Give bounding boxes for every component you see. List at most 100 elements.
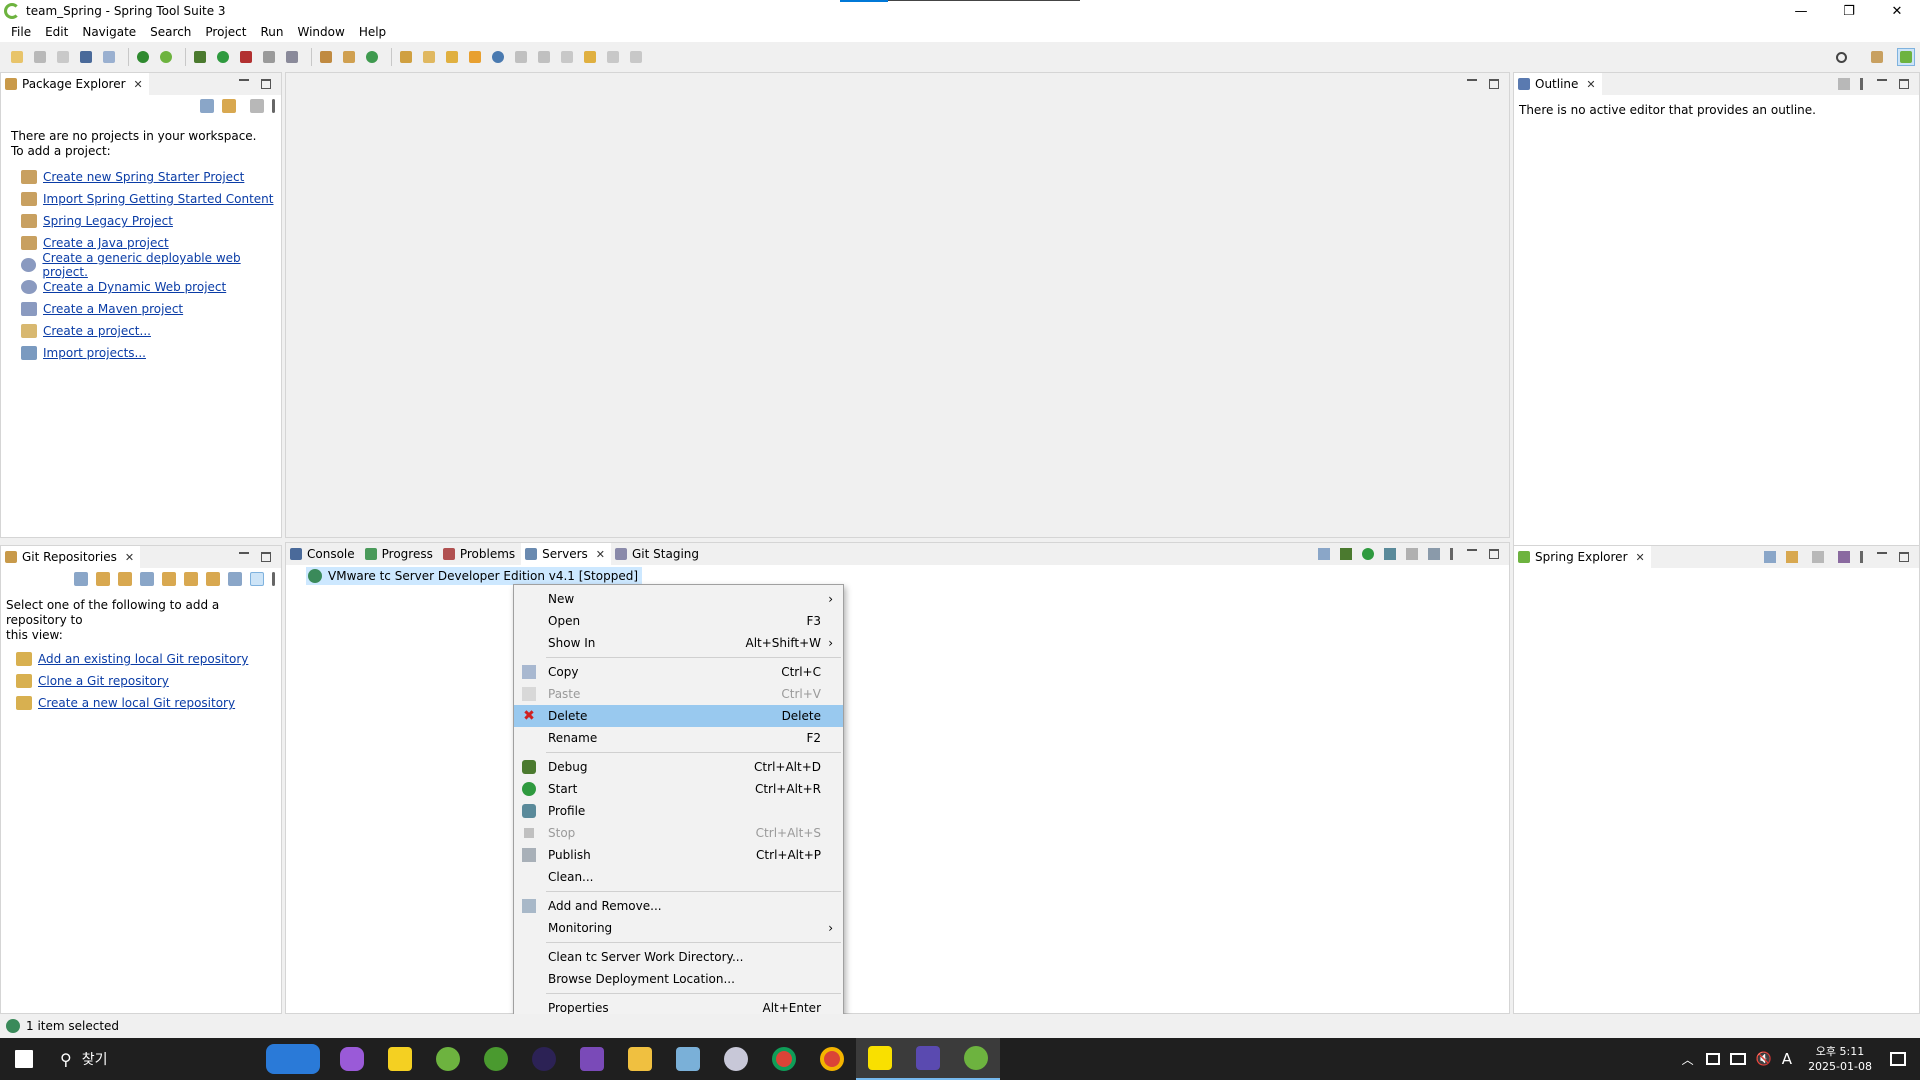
menu-item-paste[interactable]: Paste Ctrl+V (514, 683, 843, 705)
tab-console[interactable]: Console (286, 543, 361, 565)
menu-item-show-in[interactable]: Show In Alt+Shift+W › (514, 632, 843, 654)
menu-item-start[interactable]: Start Ctrl+Alt+R (514, 778, 843, 800)
sort-icon[interactable] (1838, 551, 1850, 563)
spring-perspective-icon[interactable] (1897, 48, 1915, 66)
restore-button[interactable]: ❐ (1826, 0, 1872, 22)
menu-item-add-remove[interactable]: Add and Remove... (514, 895, 843, 917)
maximize-view-icon[interactable] (261, 552, 271, 562)
menu-search[interactable]: Search (143, 25, 198, 39)
search-tool-icon[interactable] (443, 48, 461, 66)
open-type-icon[interactable] (397, 48, 415, 66)
import-projects-link[interactable]: Import projects... (43, 346, 146, 360)
maximize-view-icon[interactable] (261, 79, 271, 89)
menu-edit[interactable]: Edit (38, 25, 75, 39)
collapse-all-icon[interactable] (1318, 548, 1330, 560)
spring-icon[interactable] (157, 48, 175, 66)
tab-package-explorer[interactable]: Package Explorer ✕ (1, 73, 149, 95)
pull-icon[interactable] (162, 572, 176, 586)
menu-item-delete[interactable]: ✖ Delete Delete (514, 705, 843, 727)
close-button[interactable]: ✕ (1874, 0, 1920, 22)
taskbar-search[interactable]: ⚲ 찾기 (48, 1049, 258, 1069)
add-repository-icon[interactable] (96, 572, 110, 586)
sticky-notes-icon[interactable] (376, 1038, 424, 1080)
close-icon[interactable]: ✕ (1586, 78, 1595, 91)
open-task-icon[interactable] (420, 48, 438, 66)
add-existing-repo-link[interactable]: Add an existing local Git repository (38, 652, 248, 666)
save-icon[interactable] (31, 48, 49, 66)
maximize-editor-icon[interactable] (1489, 79, 1499, 89)
tab-git-staging[interactable]: Git Staging (611, 543, 705, 565)
minimize-view-icon[interactable] (239, 552, 249, 554)
menu-navigate[interactable]: Navigate (75, 25, 143, 39)
clock[interactable]: 오후 5:11 2025-01-08 (1808, 1044, 1872, 1074)
stop-icon[interactable] (260, 48, 278, 66)
menu-file[interactable]: File (4, 25, 38, 39)
view-menu-icon[interactable] (1450, 548, 1453, 560)
prev-annotation-icon[interactable] (535, 48, 553, 66)
network-icon[interactable] (1729, 1053, 1746, 1065)
publish-server-icon[interactable] (1428, 548, 1440, 560)
search-highlight-icon[interactable] (258, 1038, 328, 1080)
paint-icon[interactable] (712, 1038, 760, 1080)
create-project-link[interactable]: Create a project... (43, 324, 151, 338)
chrome-profile-icon[interactable] (808, 1038, 856, 1080)
tab-problems[interactable]: Problems (439, 543, 521, 565)
push-icon[interactable] (184, 572, 198, 586)
pin-editor-icon[interactable] (627, 48, 645, 66)
menu-item-browse-deployment[interactable]: Browse Deployment Location... (514, 968, 843, 990)
maximize-view-icon[interactable] (1899, 79, 1909, 89)
menu-window[interactable]: Window (290, 25, 351, 39)
menu-item-copy[interactable]: Copy Ctrl+C (514, 661, 843, 683)
menu-run[interactable]: Run (253, 25, 290, 39)
save-all-icon[interactable] (54, 48, 72, 66)
minimize-view-icon[interactable] (239, 79, 249, 81)
menu-item-stop[interactable]: Stop Ctrl+Alt+S (514, 822, 843, 844)
volume-muted-icon[interactable]: 🔇 (1756, 1052, 1772, 1067)
tab-progress[interactable]: Progress (361, 543, 439, 565)
stop-server-icon[interactable] (1406, 548, 1418, 560)
minimize-view-icon[interactable] (1467, 549, 1477, 551)
spring-boot-dashboard-icon[interactable] (134, 48, 152, 66)
maximize-view-icon[interactable] (1899, 552, 1909, 562)
filter-icon[interactable] (1812, 551, 1824, 563)
hierarchical-icon[interactable] (228, 572, 242, 586)
create-spring-starter-link[interactable]: Create new Spring Starter Project (43, 170, 244, 184)
terminal-icon[interactable] (77, 48, 95, 66)
spring-tool-suite-taskbar-icon[interactable] (952, 1038, 1000, 1080)
visual-studio-icon[interactable] (568, 1038, 616, 1080)
minimize-view-icon[interactable] (1877, 552, 1887, 554)
link-with-editor-icon[interactable] (222, 99, 236, 113)
close-icon[interactable]: ✕ (134, 78, 143, 91)
create-maven-link[interactable]: Create a Maven project (43, 302, 183, 316)
chevron-up-icon[interactable]: ︿ (1682, 1051, 1694, 1068)
clone-repo-link[interactable]: Clone a Git repository (38, 674, 169, 688)
menu-item-publish[interactable]: Publish Ctrl+Alt+P (514, 844, 843, 866)
file-explorer-icon[interactable] (616, 1038, 664, 1080)
spring-legacy-link[interactable]: Spring Legacy Project (43, 214, 173, 228)
visual-studio-active-icon[interactable] (904, 1038, 952, 1080)
create-repository-icon[interactable] (140, 572, 154, 586)
view-menu-icon[interactable] (272, 99, 275, 113)
ime-indicator[interactable]: A (1782, 1050, 1792, 1068)
menu-item-open[interactable]: Open F3 (514, 610, 843, 632)
close-icon[interactable]: ✕ (1636, 551, 1645, 564)
next-annotation-icon[interactable] (512, 48, 530, 66)
globe-icon[interactable] (489, 48, 507, 66)
view-menu-icon[interactable] (1860, 551, 1863, 563)
collapse-all-icon[interactable] (1764, 551, 1776, 563)
menu-item-monitoring[interactable]: Monitoring › (514, 917, 843, 939)
menu-item-clean[interactable]: Clean... (514, 866, 843, 888)
run-icon[interactable] (214, 48, 232, 66)
debug-server-icon[interactable] (1340, 548, 1352, 560)
spring-tool-icon-2[interactable] (472, 1038, 520, 1080)
run-external-icon[interactable] (237, 48, 255, 66)
menu-help[interactable]: Help (352, 25, 393, 39)
search-icon[interactable] (1832, 48, 1850, 66)
filter-icon[interactable] (250, 99, 264, 113)
profile-server-icon[interactable] (1384, 548, 1396, 560)
notepad-icon[interactable] (664, 1038, 712, 1080)
open-folder-icon[interactable] (466, 48, 484, 66)
maximize-view-icon[interactable] (1489, 549, 1499, 559)
minimize-view-icon[interactable] (1877, 79, 1887, 81)
clone-repository-icon[interactable] (118, 572, 132, 586)
